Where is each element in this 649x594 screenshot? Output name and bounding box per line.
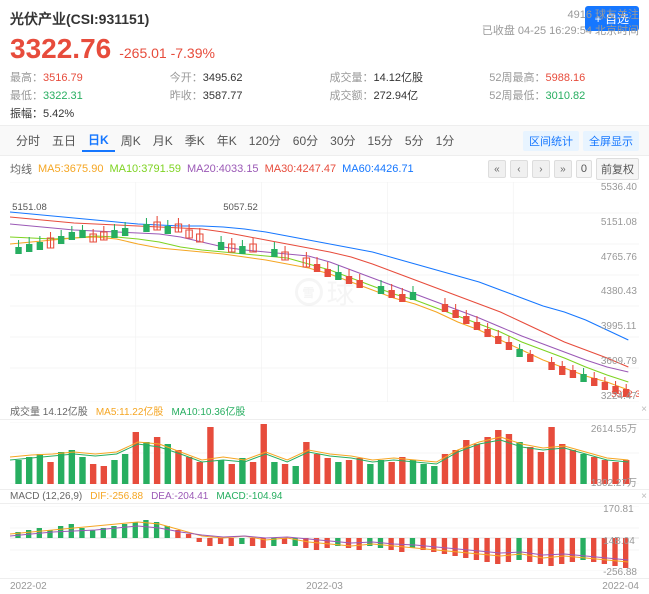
tab-niank[interactable]: 年K: [211, 130, 243, 151]
amount-stat: 成交额：272.94亿: [330, 87, 480, 103]
xaxis-date-1: 2022-02: [10, 581, 47, 592]
nav-last-button[interactable]: »: [554, 160, 572, 178]
nav-next-button[interactable]: ›: [532, 160, 550, 178]
market-time: 已收盘 04-25 16:29:54 北京时间: [482, 22, 639, 38]
macd-chart-area: 170.81 14B.04 -256.88: [0, 503, 649, 578]
week52-high-stat: 52周最高：5988.16: [489, 69, 639, 85]
ma-indicators-row: 均线 MA5:3675.90 MA10:3791.59 MA20:4033.15…: [0, 156, 649, 182]
tab-rik[interactable]: 日K: [82, 129, 115, 152]
svg-text:5151.08: 5151.08: [12, 202, 47, 212]
macd-close-button[interactable]: ×: [641, 491, 647, 502]
vol-ma10-label: MA10:10.36亿股: [171, 403, 245, 418]
dif-label: DIF:-256.88: [90, 491, 143, 502]
chart-nav-buttons: « ‹ › » 0 前复权: [488, 158, 639, 180]
tab-1min[interactable]: 1分: [430, 130, 461, 151]
ma10-value: MA10:3791.59: [109, 163, 181, 175]
tab-jik[interactable]: 季K: [179, 130, 211, 151]
xaxis-date-5: 2022-04: [602, 581, 639, 592]
volume-section: 成交量 14.12亿股 MA5:11.22亿股 MA10:10.36亿股 × 2…: [0, 402, 649, 489]
tab-right-actions: 区间统计 全屏显示: [523, 131, 639, 151]
tab-wuri[interactable]: 五日: [46, 130, 82, 151]
price-change: -265.01 -7.39%: [119, 45, 215, 61]
volume-stat: 成交量：14.12亿股: [330, 69, 480, 85]
tab-fenshi[interactable]: 分时: [10, 130, 46, 151]
amplitude-row: 振幅：5.42%: [10, 105, 639, 121]
xaxis-row: 2022-02 2022-03 2022-04: [0, 578, 649, 594]
prev-close-stat: 昨收：3587.77: [170, 87, 320, 103]
xaxis-date-3: 2022-03: [306, 581, 343, 592]
chart-tabs: 分时 五日 日K 周K 月K 季K 年K 120分 60分 30分 15分 5分…: [0, 126, 649, 156]
volume-bars-svg: [10, 422, 639, 484]
range-stats-button[interactable]: 区间统计: [523, 131, 579, 151]
volume-close-button[interactable]: ×: [641, 404, 647, 415]
open-stat: 今开：3495.62: [170, 69, 320, 85]
low-stat: 最低：3322.31: [10, 87, 160, 103]
tab-yuek[interactable]: 月K: [147, 130, 179, 151]
volume-chart-area: 2614.55万 1302.27万: [0, 419, 649, 489]
tab-zhouk[interactable]: 周K: [115, 130, 147, 151]
stock-title: 光伏产业(CSI:931151): [10, 9, 149, 29]
tab-60min[interactable]: 60分: [287, 130, 324, 151]
volume-label: 成交量 14.12亿股: [10, 403, 88, 418]
vol-ma5-label: MA5:11.22亿股: [96, 403, 164, 418]
ma30-value: MA30:4247.47: [265, 163, 337, 175]
macd-label: MACD (12,26,9): [10, 491, 82, 502]
main-chart-section: 雪球 5536.40 5151.08 4765.76 4380.43 3995.…: [0, 182, 649, 402]
svg-text:5057.52: 5057.52: [223, 202, 258, 212]
header: 光伏产业(CSI:931151) + 自选 4916 球友关注 已收盘 04-2…: [0, 0, 649, 126]
tab-5min[interactable]: 5分: [399, 130, 430, 151]
week52-low-stat: 52周最低：3010.82: [489, 87, 639, 103]
svg-text:3322.31: 3322.31: [611, 389, 639, 399]
macd-labels-row: MACD (12,26,9) DIF:-256.88 DEA:-204.41 M…: [0, 489, 649, 503]
fullscreen-button[interactable]: 全屏显示: [583, 131, 639, 151]
ma5-value: MA5:3675.90: [38, 163, 103, 175]
nav-prev-button[interactable]: ‹: [510, 160, 528, 178]
ma60-value: MA60:4426.71: [342, 163, 414, 175]
main-chart-area: 雪球 5536.40 5151.08 4765.76 4380.43 3995.…: [0, 182, 649, 402]
tab-120min[interactable]: 120分: [243, 130, 287, 151]
ma-label: 均线: [10, 161, 32, 177]
macd-section: MACD (12,26,9) DIF:-256.88 DEA:-204.41 M…: [0, 489, 649, 578]
high-stat: 最高：3516.79: [10, 69, 160, 85]
macd-svg: [10, 506, 639, 571]
followers-count: 4916 球友关注: [482, 6, 639, 22]
followers-info: 4916 球友关注 已收盘 04-25 16:29:54 北京时间: [482, 6, 639, 38]
restore-type-label[interactable]: 前复权: [596, 158, 639, 180]
zoom-level: 0: [576, 160, 592, 178]
dea-label: DEA:-204.41: [151, 491, 208, 502]
tab-30min[interactable]: 30分: [324, 130, 361, 151]
nav-first-button[interactable]: «: [488, 160, 506, 178]
volume-labels-row: 成交量 14.12亿股 MA5:11.22亿股 MA10:10.36亿股 ×: [0, 402, 649, 419]
candlestick-chart: 5057.52 3322.31 5151.08: [10, 182, 639, 402]
ma20-value: MA20:4033.15: [187, 163, 259, 175]
stats-grid: 最高：3516.79 今开：3495.62 成交量：14.12亿股 52周最高：…: [10, 69, 639, 103]
tab-15min[interactable]: 15分: [362, 130, 399, 151]
current-price: 3322.76: [10, 33, 111, 65]
macd-value-label: MACD:-104.94: [216, 491, 282, 502]
